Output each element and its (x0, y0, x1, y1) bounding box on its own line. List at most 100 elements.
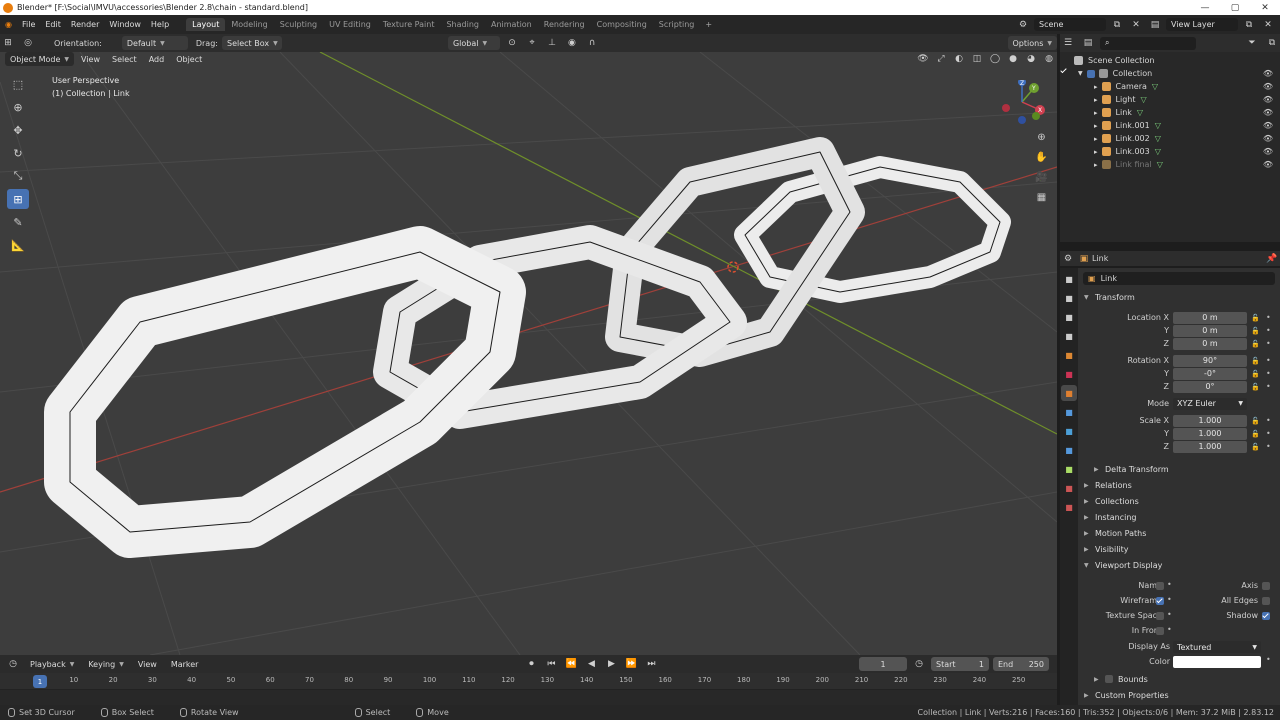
tool-tab-icon[interactable]: ■ (1061, 271, 1077, 287)
collapsed-panel-header[interactable]: ▶ Motion Paths (1078, 525, 1280, 541)
mesh-data-icon[interactable]: ▽ (1157, 160, 1163, 169)
jump-end-button[interactable]: ⏭ (643, 657, 659, 671)
mesh-data-icon[interactable]: ▽ (1155, 134, 1161, 143)
pan-hand-icon[interactable]: ✋ (1034, 150, 1049, 165)
custom-properties-header[interactable]: ▶ Custom Properties (1078, 687, 1280, 703)
mesh-data-icon[interactable]: ▽ (1152, 82, 1158, 91)
show-name-checkbox[interactable] (1156, 582, 1164, 590)
navigation-gizmo[interactable]: X Y Z (1000, 80, 1045, 125)
keyframe-dot-icon[interactable]: • (1266, 429, 1271, 438)
viewport-display-header[interactable]: ▼ Viewport Display (1078, 557, 1280, 573)
mode-dropdown[interactable]: Object Mode ▼ (5, 52, 75, 66)
delta-transform-header[interactable]: ▶ Delta Transform (1078, 461, 1280, 477)
menu-render[interactable]: Render (66, 20, 104, 29)
keyframe-dot-icon[interactable]: • (1266, 382, 1271, 391)
cursor-tool-icon[interactable]: ⊕ (7, 97, 29, 117)
select-box-tool-icon[interactable]: ⬚ (7, 74, 29, 94)
playhead-frame-marker[interactable]: 1 (33, 675, 47, 688)
prev-keyframe-button[interactable]: ⏪ (563, 657, 579, 671)
preview-range-icon[interactable]: ◷ (911, 657, 927, 671)
overlay-toggle-icon[interactable]: ◐ (951, 52, 967, 66)
scale-z-field[interactable]: 1.000 (1173, 440, 1247, 453)
all-edges-checkbox[interactable] (1262, 597, 1270, 605)
outliner-editor-type-icon[interactable]: ☰ (1060, 36, 1076, 50)
wireframe-shading-icon[interactable]: ◯ (987, 52, 1003, 66)
location-z-field[interactable]: 0 m (1173, 337, 1247, 350)
lock-icon[interactable]: 🔓 (1251, 443, 1260, 451)
lock-icon[interactable]: 🔓 (1251, 357, 1260, 365)
solid-shading-icon[interactable]: ● (1005, 52, 1021, 66)
viewport-menu-object[interactable]: Object (171, 55, 207, 64)
maximize-button[interactable]: ▢ (1220, 0, 1250, 15)
outliner-object-row[interactable]: ▸ Link final ▽ 👁 (1060, 158, 1280, 171)
scale-x-field[interactable]: 1.000 (1173, 414, 1247, 427)
minimize-button[interactable]: — (1190, 0, 1220, 15)
start-frame-field[interactable]: Start 1 (931, 657, 989, 671)
show-axis-checkbox[interactable] (1262, 582, 1270, 590)
expand-icon[interactable]: ▸ (1094, 83, 1098, 91)
keyframe-dot-icon[interactable]: • (1266, 313, 1271, 322)
workspace-tab-sculpting[interactable]: Sculpting (274, 18, 323, 31)
timeline-editor-type-icon[interactable]: ◷ (5, 657, 21, 671)
lock-icon[interactable]: 🔓 (1251, 430, 1260, 438)
keyframe-dot-icon[interactable]: • (1266, 356, 1271, 365)
keyframe-dot-icon[interactable]: • (1266, 416, 1271, 425)
outliner-object-row[interactable]: ▸ Light ▽ 👁 (1060, 93, 1280, 106)
keying-menu[interactable]: Keying ▼ (83, 657, 129, 671)
keyframe-dot-icon[interactable]: • (1167, 580, 1172, 589)
view-layer-field[interactable]: View Layer (1166, 18, 1238, 31)
render-tab-icon[interactable]: ■ (1061, 290, 1077, 306)
measure-tool-icon[interactable]: 📐 (7, 235, 29, 255)
object-color-swatch[interactable] (1173, 656, 1261, 668)
new-scene-icon[interactable]: ⧉ (1109, 18, 1125, 32)
keyframe-dot-icon[interactable]: • (1167, 595, 1172, 604)
expand-icon[interactable]: ▸ (1094, 161, 1098, 169)
properties-editor-type-icon[interactable]: ⚙ (1060, 252, 1076, 266)
eye-icon[interactable]: 👁 (1263, 121, 1273, 130)
location-x-field[interactable]: 0 m (1173, 311, 1247, 324)
proportional-edit-icon[interactable]: ◉ (564, 36, 580, 50)
rotation-mode-dropdown[interactable]: XYZ Euler ▼ (1173, 397, 1247, 410)
display-mode-icon[interactable]: ▤ (1080, 36, 1096, 50)
shadow-checkbox[interactable] (1262, 612, 1270, 620)
options-dropdown[interactable]: Options ▼ (1007, 36, 1057, 50)
lock-icon[interactable]: 🔓 (1251, 417, 1260, 425)
eye-icon[interactable]: 👁 (1263, 134, 1273, 143)
keyframe-dot-icon[interactable]: • (1266, 442, 1271, 451)
lock-icon[interactable]: 🔓 (1251, 327, 1260, 335)
orientation-dropdown[interactable]: Default ▼ (121, 36, 188, 50)
outliner-object-row[interactable]: ▸ Link.001 ▽ 👁 (1060, 119, 1280, 132)
collapsed-panel-header[interactable]: ▶ Instancing (1078, 509, 1280, 525)
lock-icon[interactable]: 🔓 (1251, 340, 1260, 348)
xray-icon[interactable]: ◫ (969, 52, 985, 66)
rotation-y-field[interactable]: -0° (1173, 367, 1247, 380)
in-front-checkbox[interactable] (1156, 627, 1164, 635)
close-window-button[interactable]: ✕ (1250, 0, 1280, 15)
bounds-header[interactable]: ▶ Bounds (1078, 671, 1280, 687)
delete-view-layer-icon[interactable]: ✕ (1260, 18, 1276, 32)
pin-icon[interactable]: 📌 (1264, 252, 1280, 266)
modifiers-tab-icon[interactable]: ■ (1061, 404, 1077, 420)
keyframe-dot-icon[interactable]: • (1266, 369, 1271, 378)
menu-window[interactable]: Window (104, 20, 146, 29)
material-shading-icon[interactable]: ◕ (1023, 52, 1039, 66)
world-tab-icon[interactable]: ■ (1061, 366, 1077, 382)
expand-icon[interactable]: ▸ (1094, 148, 1098, 156)
scale-tool-icon[interactable]: ⤡ (7, 166, 29, 186)
rendered-shading-icon[interactable]: ◍ (1041, 52, 1057, 66)
filter-icon[interactable]: ⏷ (1244, 36, 1260, 50)
playback-menu[interactable]: Playback ▼ (25, 657, 79, 671)
end-frame-field[interactable]: End 250 (993, 657, 1049, 671)
outliner-scene-collection[interactable]: Scene Collection (1060, 54, 1280, 67)
outliner-object-row[interactable]: ▸ Link.003 ▽ 👁 (1060, 145, 1280, 158)
mesh-data-icon[interactable]: ▽ (1155, 147, 1161, 156)
new-view-layer-icon[interactable]: ⧉ (1241, 18, 1257, 32)
expand-icon[interactable]: ▸ (1094, 96, 1098, 104)
output-tab-icon[interactable]: ■ (1061, 309, 1077, 325)
expand-icon[interactable]: ▸ (1094, 135, 1098, 143)
zoom-icon[interactable]: ⊕ (1034, 130, 1049, 145)
blender-menu-icon[interactable]: ◉ (0, 20, 17, 29)
display-as-dropdown[interactable]: Textured ▼ (1173, 641, 1261, 653)
keyframe-dot-icon[interactable]: • (1167, 610, 1172, 619)
eye-icon[interactable]: 👁 (1263, 160, 1273, 169)
